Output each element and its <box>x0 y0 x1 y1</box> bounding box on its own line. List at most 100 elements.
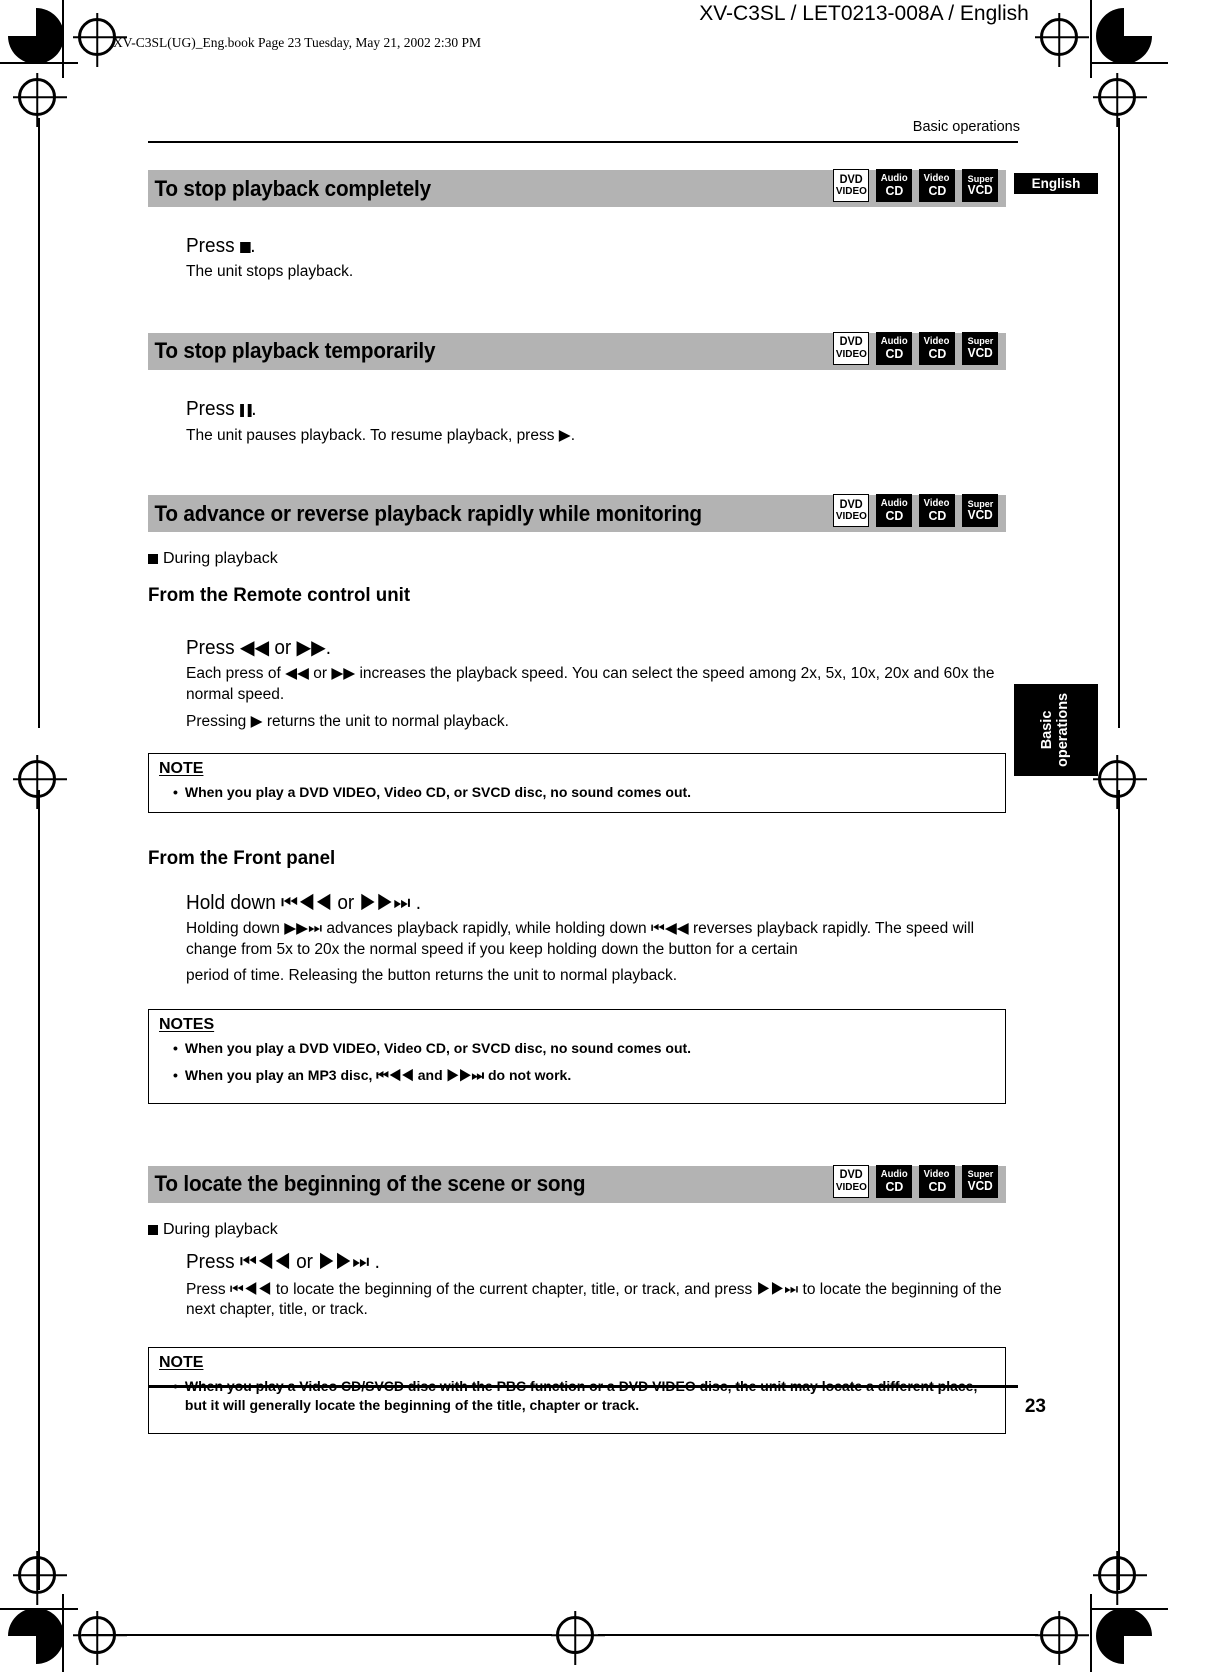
dvd-video-icon-line2: VIDEO <box>835 1180 867 1193</box>
press-suffix: . <box>251 397 257 420</box>
crop-line-top-left-v <box>62 0 64 78</box>
bullet-icon: • <box>173 784 178 801</box>
corner-mask-topleft <box>8 8 36 36</box>
super-vcd-icon: Super VCD <box>962 169 998 202</box>
press-instruction-remote: Press ◀◀ or ▶▶. <box>186 637 332 660</box>
dvd-video-icon-line2: VIDEO <box>835 510 867 523</box>
section-bar-stop-completely: To stop playback completely DVD VIDEO Au… <box>148 169 1006 207</box>
body-text-stop: The unit stops playback. <box>186 263 354 280</box>
section-title: To locate the beginning of the scene or … <box>154 1171 586 1197</box>
manual-page: XV-C3SL / LET0213-008A / English XV-C3SL… <box>0 0 1228 1672</box>
audio-cd-icon: Audio CD <box>876 169 912 202</box>
note-item-text: When you play a DVD VIDEO, Video CD, or … <box>184 784 692 801</box>
corner-mask-bottomright <box>1124 1636 1152 1664</box>
section-bar-stop-temporarily: To stop playback temporarily DVD VIDEO A… <box>148 331 1006 370</box>
dvd-video-icon-line2: VIDEO <box>835 347 867 360</box>
during-playback-heading: During playback <box>148 550 1006 568</box>
bullet-icon: • <box>173 1377 178 1415</box>
language-tab: English <box>1014 173 1098 194</box>
note-item-text: When you play a DVD VIDEO, Video CD, or … <box>184 1039 692 1056</box>
super-vcd-icon: Super VCD <box>962 494 998 528</box>
page-content: To stop playback completely DVD VIDEO Au… <box>148 169 1006 1434</box>
bullet-icon: • <box>173 1066 178 1083</box>
body-text-pause: The unit pauses playback. To resume play… <box>186 425 1006 447</box>
super-vcd-icon-line2: VCD <box>967 1178 993 1193</box>
crop-line-right-mid <box>1118 118 1120 728</box>
disc-icon-group: DVD VIDEO Audio CD Video CD Super VCD <box>833 331 998 365</box>
running-head: Basic operations <box>912 119 1020 135</box>
crop-line-top-right-v <box>1090 0 1092 78</box>
super-vcd-icon-line2: VCD <box>967 183 993 197</box>
registration-mark-bottom-right <box>1098 1556 1136 1594</box>
note-box-remote: NOTE • When you play a DVD VIDEO, Video … <box>148 753 1006 813</box>
registration-mark-bottom-right2 <box>1040 1616 1078 1654</box>
body-text-front-2: period of time. Releasing the button ret… <box>186 967 678 985</box>
video-cd-icon: Video CD <box>919 1164 955 1198</box>
press-instruction-locate: Press ⏮◀◀ or ▶▶⏭ . <box>186 1250 380 1273</box>
notes-title: NOTES <box>159 1015 215 1033</box>
video-cd-icon: Video CD <box>919 494 955 528</box>
during-playback-label: During playback <box>163 550 278 568</box>
note-item: • When you play a DVD VIDEO, Video CD, o… <box>173 1039 995 1058</box>
registration-mark-bottom-left <box>18 1556 56 1594</box>
press-prefix: Press <box>186 235 240 257</box>
notes-box-front: NOTES • When you play a DVD VIDEO, Video… <box>148 1008 1006 1104</box>
note-box-locate: NOTE • When you play a Video CD/SVCD dis… <box>148 1346 1006 1434</box>
registration-mark-bottom-center <box>556 1616 594 1654</box>
video-cd-icon: Video CD <box>919 169 955 202</box>
registration-mark-mid-right <box>1098 78 1136 116</box>
pause-symbol-icon <box>239 403 252 417</box>
audio-cd-icon: Audio CD <box>876 494 912 528</box>
note-item: • When you play a Video CD/SVCD disc wit… <box>173 1377 995 1415</box>
crop-line-bottom-right-v <box>1090 1594 1092 1672</box>
press-instruction-pause: Press . <box>186 398 965 421</box>
during-playback-label: During playback <box>163 1220 278 1238</box>
document-header-title: XV-C3SL / LET0213-008A / English <box>699 2 1029 25</box>
language-tab-label: English <box>1031 176 1081 191</box>
corner-mask-bottomleft <box>8 1636 36 1664</box>
file-stamp-line: XV-C3SL(UG)_Eng.book Page 23 Tuesday, Ma… <box>113 35 482 50</box>
video-cd-icon-line2: CD <box>928 345 946 361</box>
play-symbol-icon: ▶ <box>558 425 571 444</box>
section-bar-locate-beginning: To locate the beginning of the scene or … <box>148 1164 1006 1203</box>
header-rule <box>148 141 1018 143</box>
press-instruction-stop: Press . <box>186 235 965 258</box>
body-text-front-1: Holding down ▶▶⏭ advances playback rapid… <box>186 919 975 958</box>
crop-line-bottom-left-h <box>0 1608 78 1610</box>
registration-mark-center-right <box>1098 760 1136 798</box>
note-title: NOTE <box>159 760 204 778</box>
dvd-video-icon: DVD VIDEO <box>833 494 869 528</box>
crop-line-left-lower <box>38 790 40 1590</box>
registration-mark-top-left <box>78 18 116 56</box>
super-vcd-icon-line2: VCD <box>967 508 993 523</box>
during-playback-heading-2: During playback <box>148 1221 1006 1239</box>
filled-square-icon <box>148 554 158 565</box>
crop-line-bottom-h <box>82 1634 552 1636</box>
side-tab-line2: operations <box>1055 692 1071 768</box>
crop-line-top-right-h <box>1090 62 1168 64</box>
note-title: NOTE <box>159 1353 204 1371</box>
audio-cd-icon: Audio CD <box>876 331 912 365</box>
registration-mark-center-left <box>18 760 56 798</box>
dvd-video-icon-line2: VIDEO <box>835 185 867 197</box>
super-vcd-icon: Super VCD <box>962 1164 998 1198</box>
note-item: • When you play an MP3 disc, ⏮◀◀ and ▶▶⏭… <box>173 1066 995 1085</box>
crop-line-bottom-right-h <box>1090 1608 1168 1610</box>
registration-mark-mid-left <box>18 78 56 116</box>
super-vcd-icon-line2: VCD <box>967 345 993 360</box>
press-suffix: . <box>250 235 256 257</box>
subheading-front-panel: From the Front panel <box>148 846 336 869</box>
section-title: To stop playback temporarily <box>154 338 436 364</box>
body-text-remote-1: Each press of ◀◀ or ▶▶ increases the pla… <box>186 665 995 703</box>
crop-line-left-mid <box>38 118 40 728</box>
section-title: To stop playback completely <box>154 175 431 201</box>
dvd-video-icon: DVD VIDEO <box>833 1164 869 1198</box>
crop-line-top-left-h <box>0 62 78 64</box>
corner-mask-topright <box>1124 8 1152 36</box>
press-instruction-front: Hold down ⏮◀◀ or ▶▶⏭ . <box>186 891 422 914</box>
video-cd-icon-line2: CD <box>928 508 946 524</box>
disc-icon-group: DVD VIDEO Audio CD Video CD Super VCD <box>833 1164 998 1198</box>
subheading-remote-control: From the Remote control unit <box>148 584 411 607</box>
note-item-text: When you play an MP3 disc, ⏮◀◀ and ▶▶⏭ d… <box>184 1066 572 1083</box>
crop-line-bottom-left-v <box>62 1594 64 1672</box>
